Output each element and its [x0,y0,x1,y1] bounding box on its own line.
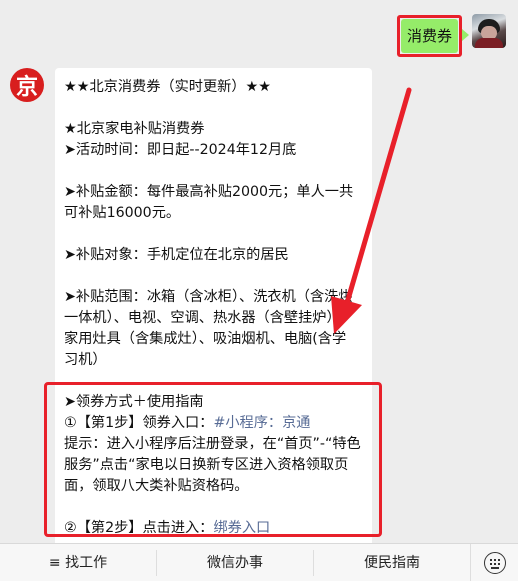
subsidy-scope-line-4: 习机） [64,352,107,368]
step-2-label: ②【第2步】点击进入： [64,520,214,536]
subsidy-scope-line-2: 一体机）、电视、空调、热水器（含壁挂炉）、 [64,310,348,326]
keyboard-toggle-button[interactable] [470,543,518,581]
menu-item-wechat-services[interactable]: 微信办事 [157,549,314,576]
tip-line-3: 面，领取八大类补贴资格码。 [64,478,249,494]
jing-logo-icon[interactable]: 京 [10,68,44,102]
subsidy-scope-line-1: ➤补贴范围：冰箱（含冰柜）、洗衣机（含洗烘 [64,289,353,305]
subsidy-amount-line-1: ➤补贴金额：每件最高补贴2000元；单人一共 [64,184,354,200]
subsidy-target: ➤补贴对象：手机定位在北京的居民 [64,247,289,263]
sent-bubble-highlight: 消费券 [396,15,470,57]
guide-title: ➤领券方式＋使用指南 [64,394,204,410]
bottom-menu-bar: ≡ 找工作 微信办事 便民指南 [0,543,518,581]
bot-avatar-glyph: 京 [15,74,38,100]
subsidy-scope-line-3: 家用灶具（含集成灶）、吸油烟机、电脑(含学 [64,331,347,347]
step-2: ②【第2步】点击进入：绑券入口 [64,518,363,539]
received-message-bubble[interactable]: ★★北京消费券（实时更新）★★ ★北京家电补贴消费券 ➤活动时间：即日起--20… [55,68,372,548]
step-1-label: ①【第1步】领券入口： [64,415,214,431]
activity-time: ➤活动时间：即日起--2024年12月底 [64,142,297,158]
tip-line-2: 服务”点击“家电以日换新专区进入资格领取页 [64,457,349,473]
message-subtitle: ★北京家电补贴消费券 [64,121,205,137]
subsidy-amount-line-2: 可补贴16000元。 [64,205,181,221]
sent-message-bubble[interactable]: 消费券 [400,19,458,53]
menu-item-convenience-guide[interactable]: 便民指南 [314,550,470,576]
menu-item-find-job[interactable]: ≡ 找工作 [0,549,157,576]
bind-coupon-link[interactable]: 绑券入口 [213,520,270,536]
sent-message-row: 消费券 [396,14,506,57]
user-avatar[interactable] [472,14,506,48]
tip-line-1: 提示：进入小程序后注册登录，在“首页”-“特色 [64,436,361,452]
step-1: ①【第1步】领券入口：#小程序：京通 [64,413,363,434]
message-title: ★★北京消费券（实时更新）★★ [64,79,271,95]
keyboard-icon [483,551,506,574]
mini-program-link[interactable]: #小程序：京通 [213,415,310,431]
